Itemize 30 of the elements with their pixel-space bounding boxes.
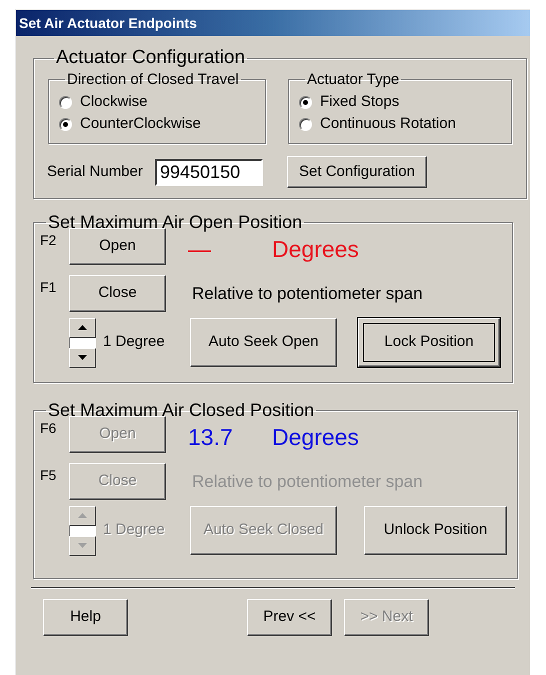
step-label: 1 Degree (103, 332, 166, 352)
prev-button[interactable]: Prev << (247, 599, 332, 636)
radio-label[interactable]: Fixed Stops (320, 90, 400, 114)
lock-position-button[interactable]: Unlock Position (364, 506, 507, 555)
set-configuration-button[interactable]: Set Configuration (287, 156, 427, 188)
reading-value: — (188, 235, 212, 264)
reading-note: Relative to potentiometer span (192, 470, 423, 492)
group-title: Direction of Closed Travel (66, 70, 240, 90)
radio-label[interactable]: Clockwise (80, 90, 148, 114)
reading-unit: Degrees (272, 423, 359, 452)
group-title: Actuator Configuration (55, 46, 246, 70)
open-button[interactable]: Open (69, 228, 166, 265)
reading-note: Relative to potentiometer span (192, 282, 423, 304)
reading-unit: Degrees (272, 235, 359, 264)
group-title: Actuator Type (306, 70, 400, 90)
lock-position-button[interactable]: Lock Position (358, 318, 500, 367)
help-button[interactable]: Help (43, 599, 128, 636)
field-label: Serial Number (47, 162, 144, 182)
window-title: Set Air Actuator Endpoints (19, 14, 197, 33)
function-key-label: F5 (40, 466, 58, 484)
radio-label[interactable]: CounterClockwise (80, 112, 201, 136)
serial-number-field[interactable]: 99450150 (155, 158, 263, 186)
auto-seek-button[interactable]: Auto Seek Open (190, 318, 337, 367)
radio-label[interactable]: Continuous Rotation (320, 112, 456, 136)
close-button[interactable]: Close (69, 274, 166, 312)
function-key-label: F6 (40, 419, 58, 438)
function-key-label: F1 (40, 278, 58, 296)
step-label: 1 Degree (103, 520, 166, 540)
reading-value: 13.7 (188, 423, 234, 452)
function-key-label: F2 (40, 231, 58, 250)
